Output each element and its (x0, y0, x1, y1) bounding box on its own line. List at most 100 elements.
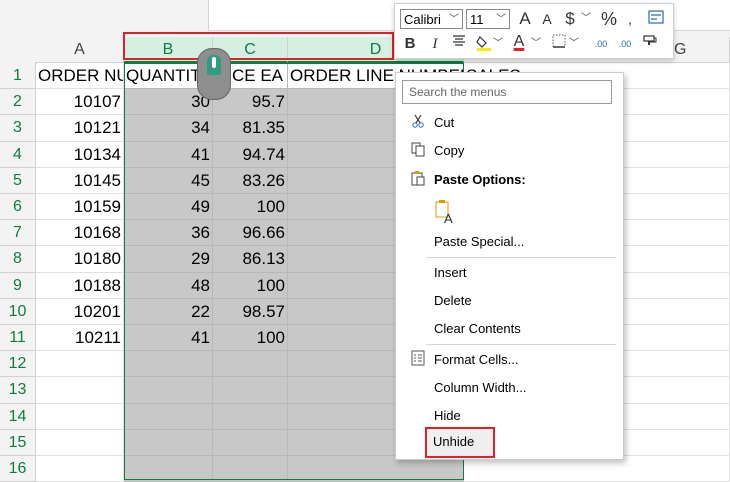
borders-icon[interactable] (550, 34, 568, 54)
cell-b-7[interactable]: 36 (124, 220, 213, 247)
select-all-corner[interactable] (0, 37, 37, 64)
menu-item-copy[interactable]: Copy (396, 138, 623, 164)
row-header[interactable]: 13 (0, 377, 36, 404)
cell-b-15[interactable] (124, 429, 213, 456)
cell-c-15[interactable] (213, 429, 288, 456)
cell-c-7[interactable]: 96.66 (213, 220, 288, 247)
cell-a-2[interactable]: 10107 (36, 89, 124, 116)
cell-c-11[interactable]: 100 (213, 325, 288, 352)
row-header[interactable]: 4 (0, 141, 36, 168)
cell-b-10[interactable]: 22 (124, 298, 213, 325)
menu-label-paste-special: Paste Special... (434, 234, 525, 249)
row-header[interactable]: 1 (0, 63, 36, 90)
cell-a-7[interactable]: 10168 (36, 220, 124, 247)
chevron-down-icon[interactable]: ﹀ (531, 34, 541, 54)
cell-c-10[interactable]: 98.57 (213, 298, 288, 325)
italic-icon[interactable]: I (429, 34, 441, 54)
row-header[interactable]: 12 (0, 351, 36, 378)
cell-b-16[interactable] (124, 456, 213, 482)
cell-a-15[interactable] (36, 429, 124, 456)
menu-item-format-cells[interactable]: Format Cells... (396, 347, 623, 373)
row-header[interactable]: 6 (0, 194, 36, 221)
fill-color-icon[interactable] (475, 34, 493, 54)
cell-b-11[interactable]: 41 (124, 325, 213, 352)
chevron-down-icon[interactable]: ﹀ (569, 34, 579, 54)
row-header[interactable]: 10 (0, 298, 36, 325)
cell-a-9[interactable]: 10188 (36, 272, 124, 299)
cell-c-4[interactable]: 94.74 (213, 141, 288, 168)
row-header[interactable]: 15 (0, 429, 36, 456)
menu-item-clear-contents[interactable]: Clear Contents (396, 316, 623, 342)
font-color-icon[interactable]: A (511, 32, 527, 52)
menu-item-unhide[interactable]: Unhide (425, 427, 495, 458)
row-header[interactable]: 2 (0, 89, 36, 116)
cell-b-3[interactable]: 34 (124, 115, 213, 142)
row-header[interactable]: 16 (0, 456, 36, 482)
cell-b-14[interactable] (124, 403, 213, 430)
increase-decimal-icon[interactable]: .00 (590, 34, 612, 54)
increase-font-size-icon[interactable]: A (517, 9, 533, 29)
cell-a-11[interactable]: 10211 (36, 325, 124, 352)
cell-a-12[interactable] (36, 351, 124, 378)
cell-a-13[interactable] (36, 377, 124, 404)
row-header[interactable]: 8 (0, 246, 36, 273)
row-header[interactable]: 3 (0, 115, 36, 142)
wrap-text-icon[interactable] (647, 9, 665, 29)
row-header[interactable]: 5 (0, 167, 36, 194)
align-center-icon[interactable] (451, 34, 467, 54)
cell-c-8[interactable]: 86.13 (213, 246, 288, 273)
paste-option-keep-source[interactable]: A (396, 193, 623, 227)
cell-c-16[interactable] (213, 456, 288, 482)
cell-c-6[interactable]: 100 (213, 194, 288, 221)
cell-c-5[interactable]: 83.26 (213, 167, 288, 194)
cell-b-13[interactable] (124, 377, 213, 404)
cell-b-12[interactable] (124, 351, 213, 378)
menu-item-insert[interactable]: Insert (396, 260, 623, 286)
cell-b-8[interactable]: 29 (124, 246, 213, 273)
cell-a-8[interactable]: 10180 (36, 246, 124, 273)
cell-b-9[interactable]: 48 (124, 272, 213, 299)
chevron-down-icon[interactable]: ﹀ (581, 9, 591, 29)
cell-a-14[interactable] (36, 403, 124, 430)
menu-item-delete[interactable]: Delete (396, 288, 623, 314)
row-header[interactable]: 14 (0, 403, 36, 430)
highlight-selected-headers (123, 32, 394, 60)
menu-item-cut[interactable]: Cut (396, 110, 623, 136)
cell-a-1[interactable]: ORDER NU (36, 63, 124, 90)
cell-a-16[interactable] (36, 456, 124, 482)
cell-b-4[interactable]: 41 (124, 141, 213, 168)
menu-item-hide[interactable]: Hide (396, 403, 623, 429)
cell-c-12[interactable] (213, 351, 288, 378)
font-size-box[interactable]: 11 ﹀ (466, 9, 510, 29)
row-header[interactable]: 9 (0, 272, 36, 299)
decrease-font-size-icon[interactable]: A (539, 9, 555, 29)
cell-b-6[interactable]: 49 (124, 194, 213, 221)
search-menus-input[interactable]: Search the menus (402, 80, 612, 104)
menu-item-paste-special[interactable]: Paste Special... (396, 229, 623, 255)
currency-icon[interactable]: $ (563, 9, 577, 29)
cell-a-10[interactable]: 10201 (36, 298, 124, 325)
menu-item-column-width[interactable]: Column Width... (396, 375, 623, 401)
column-header-a[interactable]: A (36, 37, 124, 63)
cell-c-13[interactable] (213, 377, 288, 404)
cell-c-3[interactable]: 81.35 (213, 115, 288, 142)
percent-icon[interactable]: % (600, 9, 618, 29)
menu-label-paste-options: Paste Options: (434, 172, 526, 187)
cell-a-4[interactable]: 10134 (36, 141, 124, 168)
menu-label-column-width: Column Width... (434, 380, 527, 395)
row-header[interactable]: 7 (0, 220, 36, 247)
cell-c-14[interactable] (213, 403, 288, 430)
cell-a-3[interactable]: 10121 (36, 115, 124, 142)
font-name-box[interactable]: Calibri ﹀ (400, 9, 463, 29)
cell-a-6[interactable]: 10159 (36, 194, 124, 221)
comma-style-icon[interactable]: , (625, 9, 635, 29)
cell-c-9[interactable]: 100 (213, 272, 288, 299)
row-header[interactable]: 11 (0, 325, 36, 352)
cell-a-5[interactable]: 10145 (36, 167, 124, 194)
format-painter-icon[interactable] (641, 34, 659, 54)
bold-icon[interactable]: B (403, 34, 417, 54)
cell-b-5[interactable]: 45 (124, 167, 213, 194)
decrease-decimal-icon[interactable]: .00 (614, 34, 636, 54)
chevron-down-icon[interactable]: ﹀ (493, 34, 503, 54)
column-header-g-label: G (674, 41, 687, 58)
